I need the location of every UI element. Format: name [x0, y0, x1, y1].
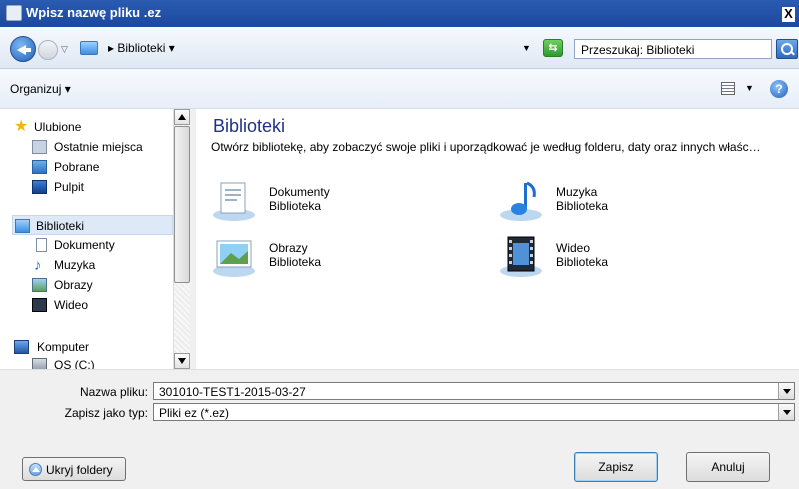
window-title: Wpisz nazwę pliku .ez: [26, 5, 162, 20]
sidebar-item-music[interactable]: ♪ Muzyka: [32, 255, 172, 275]
back-button[interactable]: [10, 36, 36, 62]
chevron-up-icon: [29, 463, 42, 476]
filename-value: 301010-TEST1-2015-03-27: [159, 385, 306, 399]
music-library-icon: [500, 181, 542, 221]
library-name: Muzyka: [556, 185, 598, 199]
library-type: Biblioteka: [556, 199, 609, 213]
pictures-library-icon: [213, 240, 255, 277]
search-icon[interactable]: [776, 39, 798, 59]
breadcrumb-label: Biblioteki: [117, 41, 166, 55]
sidebar-scrollbar[interactable]: [173, 109, 190, 369]
video-icon: [32, 298, 47, 312]
history-dropdown-icon[interactable]: ▽: [61, 44, 68, 55]
sidebar-item-recent-places[interactable]: Ostatnie miejsca: [32, 137, 172, 157]
sidebar-item-favorites[interactable]: ★ Ulubione: [14, 117, 169, 137]
library-item-documents[interactable]: Dokumenty Biblioteka: [211, 179, 471, 223]
breadcrumb[interactable]: ▸ Biblioteki ▾: [108, 41, 175, 55]
forward-button[interactable]: [38, 40, 58, 60]
address-dropdown-icon[interactable]: ▼: [522, 43, 531, 53]
help-icon[interactable]: ?: [770, 80, 788, 98]
navigation-pane: ★ Ulubione Ostatnie miejsca Pobrane Pulp…: [0, 109, 190, 372]
app-icon: [6, 5, 22, 21]
filename-label: Nazwa pliku:: [79, 385, 148, 399]
documents-library-icon: [213, 182, 255, 221]
close-button[interactable]: X: [782, 7, 795, 22]
video-library-icon: [500, 236, 542, 277]
refresh-icon[interactable]: ⇆: [543, 39, 563, 57]
library-type: Biblioteka: [269, 199, 322, 213]
sidebar-item-desktop[interactable]: Pulpit: [32, 177, 172, 197]
library-item-pictures[interactable]: Obrazy Biblioteka: [211, 235, 471, 279]
command-bar: Organizuj ▾ ▼ ?: [0, 69, 799, 109]
save-button[interactable]: Zapisz: [574, 452, 658, 482]
star-icon: ★: [14, 118, 29, 135]
save-form: Nazwa pliku: 301010-TEST1-2015-03-27 Zap…: [0, 369, 799, 489]
search-input[interactable]: Przeszukaj: Biblioteki: [574, 39, 772, 59]
libraries-folder-icon: [80, 41, 98, 55]
recent-places-icon: [32, 140, 47, 154]
filetype-select[interactable]: Pliki ez (*.ez): [153, 403, 795, 421]
library-type: Biblioteka: [269, 255, 322, 269]
address-field[interactable]: ▸ Biblioteki ▾: [80, 38, 540, 60]
page-description: Otwórz bibliotekę, aby zobaczyć swoje pl…: [211, 140, 761, 154]
sidebar-item-computer[interactable]: Komputer: [14, 337, 169, 357]
scroll-up-button[interactable]: [174, 109, 190, 125]
library-name: Obrazy: [269, 241, 308, 255]
downloads-icon: [32, 160, 47, 174]
cancel-button[interactable]: Anuluj: [686, 452, 770, 482]
sidebar-item-pictures[interactable]: Obrazy: [32, 275, 172, 295]
address-bar: ▽ ▸ Biblioteki ▾ ▼ ⇆ Przeszukaj: Bibliot…: [0, 27, 799, 69]
organize-label: Organizuj: [10, 82, 62, 96]
computer-icon: [14, 340, 29, 354]
filetype-dropdown-icon[interactable]: [778, 404, 794, 420]
library-type: Biblioteka: [556, 255, 609, 269]
organize-menu[interactable]: Organizuj ▾: [10, 82, 71, 96]
filename-field[interactable]: 301010-TEST1-2015-03-27: [153, 382, 795, 400]
view-dropdown-icon[interactable]: ▼: [745, 83, 754, 93]
scroll-down-button[interactable]: [174, 353, 190, 369]
sidebar-item-downloads[interactable]: Pobrane: [32, 157, 172, 177]
title-bar: Wpisz nazwę pliku .ez X: [0, 0, 799, 27]
pictures-icon: [32, 278, 47, 292]
sidebar-item-video[interactable]: Wideo: [32, 295, 172, 315]
content-pane: Biblioteki Otwórz bibliotekę, aby zobacz…: [196, 109, 799, 369]
desktop-icon: [32, 180, 47, 194]
scroll-thumb[interactable]: [174, 126, 190, 283]
page-title: Biblioteki: [213, 116, 286, 136]
library-name: Wideo: [556, 241, 591, 255]
document-icon: [36, 238, 47, 252]
library-item-video[interactable]: Wideo Biblioteka: [498, 235, 758, 279]
sidebar-item-libraries[interactable]: Biblioteki: [12, 215, 173, 235]
filetype-value: Pliki ez (*.ez): [159, 406, 230, 420]
library-name: Dokumenty: [269, 185, 330, 199]
libraries-icon: [15, 219, 30, 233]
hide-folders-button[interactable]: Ukryj foldery: [22, 457, 126, 481]
filetype-label: Zapisz jako typ:: [64, 406, 148, 420]
change-view-icon[interactable]: [721, 82, 735, 95]
filename-dropdown-icon[interactable]: [778, 383, 794, 399]
music-note-icon: ♪: [34, 257, 42, 274]
library-item-music[interactable]: Muzyka Biblioteka: [498, 179, 758, 223]
sidebar-item-documents[interactable]: Dokumenty: [32, 235, 172, 255]
